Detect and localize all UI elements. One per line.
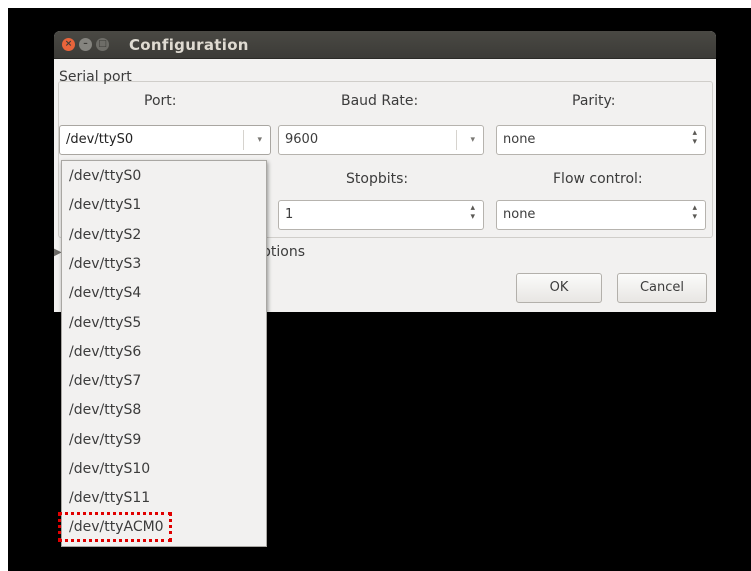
stopbits-combo-value: 1	[285, 207, 294, 222]
port-option[interactable]: /dev/ttyS0	[69, 168, 141, 184]
parity-combo-value: none	[503, 132, 536, 147]
dropdown-arrow-icon: ▾	[470, 135, 475, 145]
port-option[interactable]: /dev/ttyS5	[69, 315, 141, 331]
combo-separator	[243, 130, 244, 150]
port-option[interactable]: /dev/ttyS4	[69, 285, 141, 301]
baud-rate-combo[interactable]: 9600 ▾	[278, 125, 484, 155]
close-window-icon[interactable]: ×	[62, 38, 75, 51]
maximize-window-icon[interactable]: □	[96, 38, 109, 51]
port-option[interactable]: /dev/ttyS6	[69, 344, 141, 360]
combo-separator	[456, 130, 457, 150]
port-option[interactable]: /dev/ttyS2	[69, 227, 141, 243]
spin-down-icon: ▾	[692, 212, 697, 222]
port-option[interactable]: /dev/ttyS10	[69, 461, 150, 477]
port-label: Port:	[144, 93, 177, 109]
port-option[interactable]: /dev/ttyS1	[69, 197, 141, 213]
serial-port-group-label: Serial port	[59, 69, 132, 85]
baud-rate-label: Baud Rate:	[341, 93, 419, 109]
port-dropdown-list: /dev/ttyS0 /dev/ttyS1 /dev/ttyS2 /dev/tt…	[61, 160, 267, 547]
flow-control-combo-value: none	[503, 207, 536, 222]
stopbits-combo[interactable]: 1 ▴ ▾	[278, 200, 484, 230]
highlight-annotation-box	[58, 512, 172, 542]
baud-rate-combo-value: 9600	[285, 132, 319, 147]
spin-down-icon: ▾	[470, 212, 475, 222]
port-option[interactable]: /dev/ttyS3	[69, 256, 141, 272]
flow-control-label: Flow control:	[553, 171, 643, 187]
flow-control-combo[interactable]: none ▴ ▾	[496, 200, 706, 230]
spin-updown-icon: ▴ ▾	[470, 204, 475, 222]
port-option[interactable]: /dev/ttyS9	[69, 432, 141, 448]
advanced-options-expander[interactable]: ptions	[262, 244, 305, 260]
spin-updown-icon: ▴ ▾	[692, 204, 697, 222]
cancel-button[interactable]: Cancel	[617, 273, 707, 303]
spin-updown-icon: ▴ ▾	[692, 129, 697, 147]
port-option[interactable]: /dev/ttyS7	[69, 373, 141, 389]
window-title: Configuration	[129, 36, 249, 54]
port-option[interactable]: /dev/ttyS8	[69, 402, 141, 418]
ok-button[interactable]: OK	[516, 273, 602, 303]
minimize-window-icon[interactable]: –	[79, 38, 92, 51]
parity-combo[interactable]: none ▴ ▾	[496, 125, 706, 155]
port-combo[interactable]: /dev/ttyS0 ▾	[59, 125, 271, 155]
stopbits-label: Stopbits:	[346, 171, 409, 187]
dropdown-arrow-icon: ▾	[257, 135, 262, 145]
port-combo-value: /dev/ttyS0	[66, 132, 134, 147]
title-bar: × – □ Configuration	[54, 31, 716, 59]
port-option[interactable]: /dev/ttyS11	[69, 490, 150, 506]
spin-down-icon: ▾	[692, 137, 697, 147]
parity-label: Parity:	[572, 93, 616, 109]
